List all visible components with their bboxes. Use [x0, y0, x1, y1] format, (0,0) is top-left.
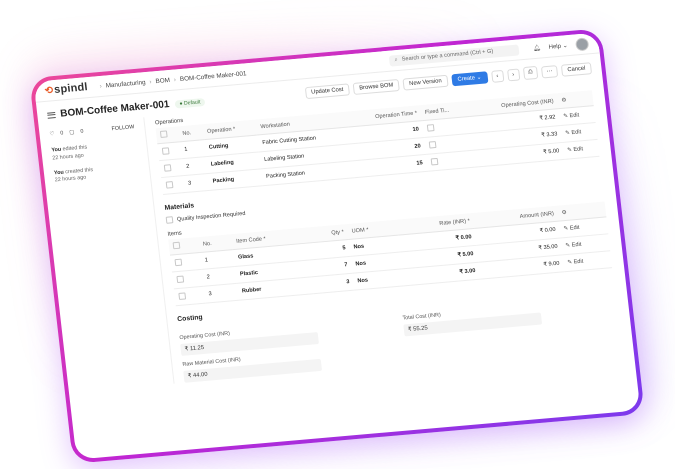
activity-item: You created this 22 hours ago — [54, 163, 140, 186]
row-checkbox[interactable] — [173, 286, 206, 306]
costing-left-column: Operating Cost (INR) ₹ 11.25 Raw Materia… — [178, 310, 397, 383]
pencil-icon: ✎ — [567, 259, 573, 266]
create-button-label: Create — [457, 74, 476, 83]
activity-actor: You — [53, 169, 65, 177]
help-menu[interactable]: Help ⌄ — [548, 42, 568, 51]
activity-item: You edited this 22 hours ago — [51, 140, 137, 163]
update-cost-button[interactable]: Update Cost — [304, 82, 351, 99]
breadcrumb-bom[interactable]: BOM — [155, 76, 170, 84]
costing-right-column: Total Cost (INR) ₹ 55.25 — [402, 291, 621, 363]
search-icon: ⌕ — [394, 56, 399, 63]
status-badge-label: Default — [183, 98, 201, 107]
cell-no: 3 — [203, 283, 239, 304]
follow-button[interactable]: FOLLOW — [111, 124, 134, 132]
edit-row-button[interactable]: ✎ Edit — [562, 139, 600, 160]
edit-label: Edit — [573, 146, 584, 154]
cell-no: 3 — [183, 173, 210, 193]
pencil-icon: ✎ — [563, 113, 569, 120]
row-checkbox[interactable] — [159, 158, 184, 178]
logo-mark-icon: ⟲ — [44, 84, 54, 97]
status-badge: ● Default — [174, 97, 205, 109]
comment-icon: ▢ — [69, 129, 75, 136]
app-logo[interactable]: ⟲ spindl — [44, 81, 88, 97]
cell-operation[interactable]: Packing — [207, 168, 264, 191]
pencil-icon: ✎ — [565, 242, 571, 250]
activity-time: 22 hours ago — [51, 152, 85, 162]
search-placeholder: Search or type a command (Ctrl + G) — [401, 48, 494, 63]
logo-text: spindl — [53, 81, 89, 97]
sidebar-stats: ♡ 0 ▢ 0 FOLLOW — [49, 124, 134, 137]
activity-action: created this — [64, 166, 94, 176]
print-icon[interactable]: ⎙ — [522, 65, 539, 81]
new-version-button[interactable]: New Version — [402, 74, 449, 91]
browse-bom-button[interactable]: Browse BOM — [352, 78, 400, 95]
menu-icon[interactable] — [47, 110, 56, 120]
activity-actor: You — [51, 146, 62, 154]
cell-fixed-time[interactable] — [425, 150, 476, 172]
likes-count: 0 — [60, 130, 64, 137]
edit-row-button[interactable]: ✎ Edit — [562, 250, 613, 272]
edit-label: Edit — [569, 224, 580, 232]
row-checkbox[interactable] — [161, 175, 186, 195]
activity-action: edited this — [62, 144, 88, 153]
edit-label: Edit — [571, 129, 582, 137]
cancel-button[interactable]: Cancel — [560, 61, 593, 77]
pencil-icon: ✎ — [563, 225, 569, 233]
chevron-right-icon: › — [99, 82, 103, 90]
create-button[interactable]: Create ⌄ — [450, 70, 489, 86]
row-checkbox[interactable] — [157, 141, 182, 161]
edit-label: Edit — [571, 241, 582, 249]
device-frame: ⟲ spindl › Manufacturing › BOM › BOM-Cof… — [29, 28, 645, 464]
checkbox-box[interactable] — [165, 216, 174, 224]
quality-inspection-label: Quality Inspection Required — [176, 210, 246, 223]
cell-uom[interactable]: Nos — [352, 268, 404, 291]
pencil-icon: ✎ — [566, 147, 573, 154]
breadcrumb-current[interactable]: BOM-Coffee Maker-001 — [180, 70, 247, 83]
activity-time: 22 hours ago — [54, 175, 87, 184]
help-label: Help — [548, 43, 562, 51]
app-screen: ⟲ spindl › Manufacturing › BOM › BOM-Cof… — [33, 32, 641, 460]
avatar[interactable] — [574, 36, 590, 51]
comments-count: 0 — [80, 128, 84, 135]
bell-icon[interactable]: 🔔︎ — [533, 44, 541, 52]
more-options-icon[interactable]: ⋯ — [541, 64, 559, 78]
next-record-button[interactable]: › — [506, 68, 520, 81]
cell-qty[interactable]: 3 — [311, 273, 355, 294]
pencil-icon: ✎ — [564, 130, 571, 137]
main-content: Operations No. Operation * Workstation O… — [144, 77, 633, 383]
chevron-down-icon: ⌄ — [476, 74, 482, 81]
costing-section: Operating Cost (INR) ₹ 11.25 Raw Materia… — [178, 291, 620, 383]
page-body: ♡ 0 ▢ 0 FOLLOW You edited this 22 hours … — [38, 77, 633, 393]
breadcrumb-manufacturing[interactable]: Manufacturing — [105, 79, 146, 89]
prev-record-button[interactable]: ‹ — [490, 69, 504, 83]
edit-label: Edit — [573, 258, 584, 266]
chevron-down-icon: ⌄ — [562, 42, 569, 50]
heart-icon[interactable]: ♡ — [49, 131, 55, 137]
chevron-right-icon: › — [149, 78, 152, 86]
topbar-icons: 🔔︎ Help ⌄ — [532, 36, 590, 55]
edit-label: Edit — [569, 112, 580, 120]
chevron-right-icon: › — [173, 75, 177, 84]
